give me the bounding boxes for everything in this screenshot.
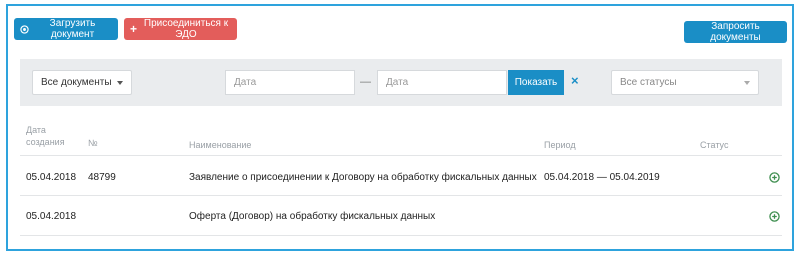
header-name: Наименование	[189, 140, 252, 150]
status-select[interactable]: Все статусы	[611, 70, 759, 95]
status-value: Все статусы	[620, 77, 677, 88]
add-circle-icon[interactable]	[769, 211, 780, 222]
row-created: 05.04.2018	[26, 172, 77, 183]
date-to-placeholder: Дата	[386, 77, 409, 88]
add-circle-icon[interactable]	[769, 172, 780, 183]
row-divider	[20, 235, 782, 236]
clear-filter-icon[interactable]: ×	[571, 73, 579, 88]
show-button[interactable]: Показать	[508, 70, 564, 95]
date-from-placeholder: Дата	[234, 77, 257, 88]
row-divider	[20, 195, 782, 196]
header-number: №	[88, 138, 98, 148]
date-range-separator: —	[360, 76, 371, 88]
upload-document-button[interactable]: Загрузить документ	[14, 18, 118, 40]
row-period: 05.04.2018 — 05.04.2019	[544, 172, 660, 183]
header-created: Дата создания	[26, 124, 65, 148]
row-number: 48799	[88, 172, 116, 183]
row-name[interactable]: Оферта (Договор) на обработку фискальных…	[189, 211, 435, 222]
chevron-down-icon	[117, 81, 123, 85]
row-created: 05.04.2018	[26, 211, 77, 222]
filter-bar: Все документы Дата — Дата Показать × Все…	[20, 59, 782, 106]
date-from-field[interactable]: Дата	[225, 70, 355, 95]
request-documents-button[interactable]: Запросить документы	[684, 21, 787, 43]
request-documents-label: Запросить документы	[710, 21, 761, 43]
document-type-value: Все документы	[41, 77, 112, 88]
header-created-line1: Дата	[26, 125, 46, 135]
plus-icon: +	[130, 22, 138, 36]
join-edo-button[interactable]: + Присоединиться к ЭДО	[124, 18, 237, 40]
join-edo-label: Присоединиться к ЭДО	[143, 18, 229, 40]
upload-circle-icon	[20, 24, 29, 34]
header-period: Период	[544, 140, 576, 150]
header-status: Статус	[700, 140, 729, 150]
date-to-field[interactable]: Дата	[377, 70, 507, 95]
document-type-select[interactable]: Все документы	[32, 70, 132, 95]
row-name[interactable]: Заявление о присоединении к Договору на …	[189, 172, 537, 183]
header-created-line2: создания	[26, 137, 65, 147]
chevron-down-icon	[744, 81, 750, 85]
upload-document-label: Загрузить документ	[49, 18, 96, 40]
header-divider	[20, 155, 782, 156]
